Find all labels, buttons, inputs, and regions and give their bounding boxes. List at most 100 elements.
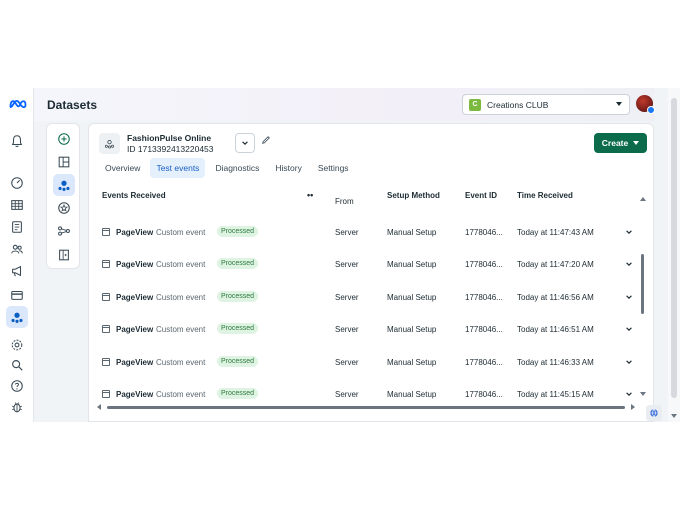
edit-pencil-icon[interactable] bbox=[261, 135, 271, 147]
events-manager-icon[interactable] bbox=[6, 306, 28, 328]
table-row[interactable]: PageView Custom event Processed Server M… bbox=[89, 381, 637, 400]
column-menu-icon[interactable]: •• bbox=[307, 190, 313, 200]
scrollbar-thumb[interactable] bbox=[107, 406, 625, 409]
scroll-left-icon[interactable] bbox=[97, 404, 101, 410]
header-setup-method[interactable]: Setup Method bbox=[387, 191, 440, 200]
header-time-received[interactable]: Time Received bbox=[517, 191, 573, 200]
table-row[interactable]: PageView Custom event Processed Server M… bbox=[89, 251, 637, 283]
partner-icon[interactable] bbox=[55, 246, 73, 264]
scroll-up-icon[interactable] bbox=[640, 197, 646, 201]
event-name: PageView bbox=[116, 358, 154, 367]
event-setup-method: Manual Setup bbox=[387, 390, 437, 399]
event-row-icon bbox=[102, 325, 110, 333]
scroll-down-icon[interactable] bbox=[640, 392, 646, 396]
dashboard-icon[interactable] bbox=[8, 174, 26, 192]
event-from: Server bbox=[335, 325, 359, 334]
status-badge: Processed bbox=[217, 388, 259, 399]
chevron-down-icon[interactable] bbox=[625, 260, 633, 270]
event-from: Server bbox=[335, 390, 359, 399]
event-type: Custom event bbox=[156, 390, 206, 399]
status-badge: Processed bbox=[217, 356, 259, 367]
event-row-icon bbox=[102, 260, 110, 268]
dataset-dropdown[interactable] bbox=[235, 133, 255, 153]
data-sources-icon[interactable] bbox=[53, 174, 75, 196]
table-vertical-scrollbar[interactable] bbox=[637, 194, 647, 396]
dataset-icon bbox=[99, 133, 120, 154]
table-row[interactable]: PageView Custom event Processed Server M… bbox=[89, 284, 637, 316]
table-horizontal-scrollbar[interactable] bbox=[97, 403, 635, 411]
event-time: Today at 11:47:43 AM bbox=[517, 228, 594, 237]
catalog-icon[interactable] bbox=[8, 218, 26, 236]
events-table: Events Received •• From Setup Method Eve… bbox=[89, 190, 637, 400]
people-icon[interactable] bbox=[8, 240, 26, 258]
chevron-down-icon[interactable] bbox=[625, 358, 633, 368]
event-type: Custom event bbox=[156, 358, 206, 367]
megaphone-icon[interactable] bbox=[8, 262, 26, 280]
layout-icon[interactable] bbox=[55, 153, 73, 171]
table-icon[interactable] bbox=[8, 196, 26, 214]
search-icon[interactable] bbox=[8, 356, 26, 374]
event-time: Today at 11:45:15 AM bbox=[517, 390, 594, 399]
tab-diagnostics[interactable]: Diagnostics bbox=[209, 158, 265, 178]
chevron-down-icon[interactable] bbox=[625, 325, 633, 335]
bell-icon[interactable] bbox=[8, 132, 26, 150]
credit-card-icon[interactable] bbox=[8, 286, 26, 304]
create-button[interactable]: Create bbox=[594, 133, 647, 153]
chevron-down-icon[interactable] bbox=[625, 390, 633, 400]
create-button-label: Create bbox=[601, 138, 629, 148]
status-badge: Processed bbox=[217, 323, 259, 334]
avatar[interactable] bbox=[636, 95, 655, 114]
event-row-icon bbox=[102, 358, 110, 366]
scroll-down-icon[interactable] bbox=[671, 414, 677, 418]
facebook-badge-icon bbox=[647, 106, 655, 114]
header-from[interactable]: From bbox=[335, 197, 354, 206]
top-header: Datasets C Creations CLUB bbox=[34, 88, 655, 121]
event-id: 1778046... bbox=[465, 358, 503, 367]
page-title: Datasets bbox=[47, 98, 98, 112]
chevron-down-icon[interactable] bbox=[625, 228, 633, 238]
event-id: 1778046... bbox=[465, 260, 503, 269]
scroll-right-icon[interactable] bbox=[631, 404, 635, 410]
tools-rail bbox=[46, 123, 80, 269]
event-row-icon bbox=[102, 390, 110, 398]
dataset-name: FashionPulse Online bbox=[127, 133, 212, 143]
scrollbar-thumb[interactable] bbox=[671, 98, 677, 398]
table-row[interactable]: PageView Custom event Processed Server M… bbox=[89, 349, 637, 381]
dataset-panel: FashionPulse Online ID 1713392413220453 … bbox=[88, 123, 654, 422]
header-event-id[interactable]: Event ID bbox=[465, 191, 497, 200]
integration-icon[interactable] bbox=[55, 222, 73, 240]
chevron-down-icon bbox=[242, 141, 248, 146]
tab-settings[interactable]: Settings bbox=[312, 158, 355, 178]
event-time: Today at 11:46:56 AM bbox=[517, 293, 594, 302]
tab-test-events[interactable]: Test events bbox=[150, 158, 206, 178]
status-badge: Processed bbox=[217, 226, 259, 237]
meta-logo-icon[interactable] bbox=[8, 94, 28, 112]
table-row[interactable]: PageView Custom event Processed Server M… bbox=[89, 316, 637, 348]
globe-icon[interactable] bbox=[646, 405, 662, 421]
add-icon[interactable] bbox=[55, 130, 73, 148]
event-row-icon bbox=[102, 228, 110, 236]
event-setup-method: Manual Setup bbox=[387, 260, 437, 269]
event-from: Server bbox=[335, 358, 359, 367]
table-row[interactable]: PageView Custom event Processed Server M… bbox=[89, 219, 637, 251]
chevron-down-icon[interactable] bbox=[625, 293, 633, 303]
event-name: PageView bbox=[116, 293, 154, 302]
event-setup-method: Manual Setup bbox=[387, 293, 437, 302]
event-setup-method: Manual Setup bbox=[387, 325, 437, 334]
event-id: 1778046... bbox=[465, 228, 503, 237]
event-id: 1778046... bbox=[465, 390, 503, 399]
header-events-received[interactable]: Events Received bbox=[102, 191, 166, 200]
help-icon[interactable] bbox=[8, 377, 26, 395]
star-icon[interactable] bbox=[55, 199, 73, 217]
event-type: Custom event bbox=[156, 325, 206, 334]
tab-overview[interactable]: Overview bbox=[99, 158, 146, 178]
bug-icon[interactable] bbox=[8, 398, 26, 416]
event-row-icon bbox=[102, 293, 110, 301]
scrollbar-thumb[interactable] bbox=[641, 254, 644, 314]
tab-history[interactable]: History bbox=[269, 158, 307, 178]
tab-bar: Overview Test events Diagnostics History… bbox=[99, 158, 355, 180]
account-selector[interactable]: C Creations CLUB bbox=[462, 94, 630, 115]
settings-icon[interactable] bbox=[8, 336, 26, 354]
page-scrollbar[interactable] bbox=[668, 88, 680, 422]
event-type: Custom event bbox=[156, 293, 206, 302]
